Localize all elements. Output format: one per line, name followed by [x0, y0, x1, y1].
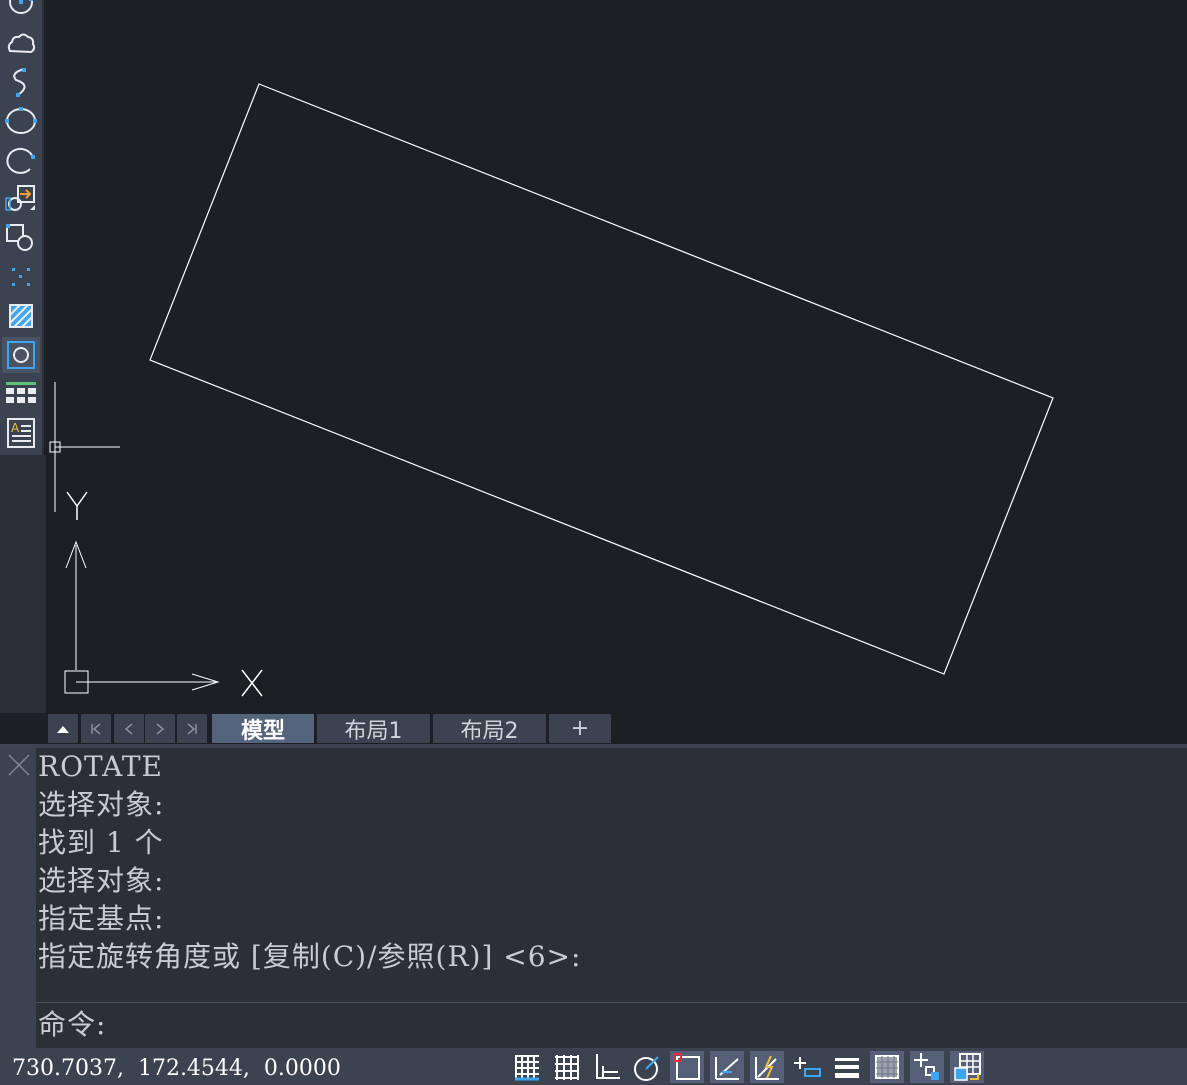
left-margin-strip: [0, 455, 46, 713]
tab-layout1[interactable]: 布局1: [317, 714, 430, 744]
draw-toolbar: A: [0, 0, 44, 455]
hatch-icon[interactable]: [2, 298, 40, 334]
selection-cycling-icon[interactable]: [910, 1051, 944, 1083]
history-line: 选择对象:: [38, 788, 165, 821]
last-tab-icon[interactable]: [177, 714, 207, 743]
region-icon[interactable]: [2, 337, 40, 373]
annotation-monitor-icon[interactable]: [950, 1051, 984, 1083]
command-divider: [36, 1002, 1187, 1003]
object-snap-tracking-icon[interactable]: [710, 1051, 744, 1083]
drawing-canvas[interactable]: [46, 0, 1187, 713]
history-line: 找到 1 个: [38, 826, 164, 859]
history-line: 指定基点:: [38, 902, 165, 935]
polar-tracking-icon[interactable]: [630, 1051, 664, 1083]
history-line: 指定旋转角度或 [复制(C)/参照(R)] <6>:: [38, 940, 582, 973]
svg-text:A: A: [11, 421, 20, 435]
ortho-mode-icon[interactable]: [590, 1051, 624, 1083]
first-tab-icon[interactable]: [81, 714, 111, 743]
previous-tab-icon[interactable]: [114, 714, 144, 743]
snap-mode-icon[interactable]: [550, 1051, 584, 1083]
tab-layout2[interactable]: 布局2: [433, 714, 546, 744]
command-window-grip[interactable]: [0, 748, 36, 1048]
crosshair-cursor: [49, 382, 120, 512]
history-line: 选择对象:: [38, 864, 165, 897]
grid-display-icon[interactable]: [510, 1051, 544, 1083]
next-tab-icon[interactable]: [145, 714, 175, 743]
status-bar: 730.7037, 172.4544, 0.0000: [0, 1048, 1187, 1085]
ellipse-icon[interactable]: [2, 103, 40, 139]
close-icon[interactable]: [6, 752, 32, 778]
revision-cloud-icon[interactable]: [2, 26, 40, 62]
tab-model[interactable]: 模型: [212, 714, 314, 744]
command-history: ROTATE 选择对象: 找到 1 个 选择对象: 指定基点: 指定旋转角度或 …: [38, 748, 1178, 976]
table-icon[interactable]: [2, 376, 40, 412]
transparency-icon[interactable]: [870, 1051, 904, 1083]
rotated-rectangle[interactable]: [149, 83, 1054, 675]
dynamic-input-icon[interactable]: [790, 1051, 824, 1083]
object-snap-icon[interactable]: [670, 1051, 704, 1083]
lineweight-icon[interactable]: [830, 1051, 864, 1083]
ellipse-arc-icon[interactable]: [2, 142, 40, 178]
tab-scroll-up-icon[interactable]: [48, 714, 78, 743]
insert-block-icon[interactable]: [2, 181, 40, 217]
command-input[interactable]: 命令:: [38, 1006, 106, 1044]
layout-tab-bar: 模型 布局1 布局2 +: [46, 713, 1187, 744]
history-line: ROTATE: [38, 750, 163, 783]
make-block-icon[interactable]: [2, 220, 40, 256]
point-icon[interactable]: [2, 259, 40, 295]
circle-center-icon[interactable]: [2, 0, 40, 20]
coordinate-readout[interactable]: 730.7037, 172.4544, 0.0000: [12, 1056, 341, 1081]
command-window: ROTATE 选择对象: 找到 1 个 选择对象: 指定基点: 指定旋转角度或 …: [0, 748, 1187, 1048]
add-layout-tab-button[interactable]: +: [549, 714, 611, 743]
spline-icon[interactable]: [2, 64, 40, 100]
multiline-text-icon[interactable]: A: [2, 415, 40, 451]
ucs-icon: [64, 491, 263, 697]
dynamic-ucs-icon[interactable]: [750, 1051, 784, 1083]
